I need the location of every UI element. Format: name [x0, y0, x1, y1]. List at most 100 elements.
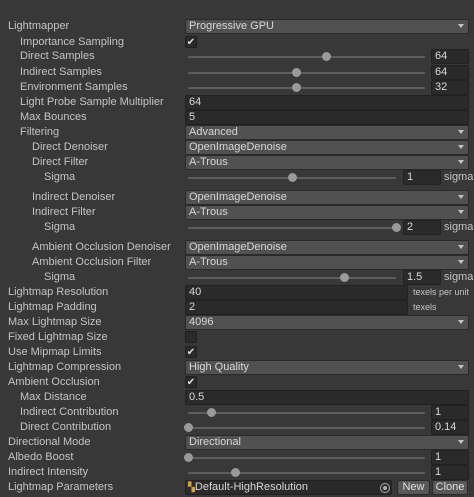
ambient-occlusion-denoiser-14-dropdown[interactable]: OpenImageDenoise — [185, 240, 469, 255]
direct-samples-2-slider[interactable] — [188, 49, 425, 64]
max-lightmap-size-19-dropdown[interactable]: 4096 — [185, 315, 469, 330]
directional-mode-27-label: Directional Mode — [8, 436, 91, 448]
chevron-down-icon — [458, 365, 464, 369]
lightmapper-0-dropdown[interactable]: Progressive GPU — [185, 19, 469, 34]
sigma-13-slider[interactable] — [188, 220, 401, 235]
row-indirect-samples-3: Indirect Samples 64 — [0, 65, 474, 80]
checkmark-icon: ✔ — [186, 347, 196, 358]
indirect-intensity-29-slider[interactable] — [188, 465, 425, 480]
indirect-samples-3-slider-thumb[interactable] — [291, 68, 301, 77]
sigma-16-label: Sigma — [44, 271, 76, 283]
directional-mode-27-dropdown[interactable]: Directional — [185, 435, 469, 450]
sigma-13-unit: sigma — [444, 221, 474, 233]
indirect-denoiser-11-value: OpenImageDenoise — [189, 191, 287, 203]
clone-button[interactable]: Clone — [432, 480, 468, 495]
new-button[interactable]: New — [397, 480, 430, 495]
row-lightmapper-0: Lightmapper Progressive GPU — [0, 19, 474, 34]
albedo-boost-28-label: Albedo Boost — [8, 451, 74, 463]
albedo-boost-28-slider-track — [188, 457, 425, 459]
lightmapping-settings-panel: Lightmapper Progressive GPU Importance Sam… — [0, 0, 474, 497]
sigma-16-slider-thumb[interactable] — [339, 273, 349, 282]
direct-samples-2-label: Direct Samples — [20, 50, 95, 62]
ambient-occlusion-filter-15-dropdown[interactable]: A-Trous — [185, 255, 469, 270]
row-direct-contribution-26: Direct Contribution 0.14 — [0, 420, 474, 435]
indirect-filter-12-dropdown[interactable]: A-Trous — [185, 205, 469, 220]
sigma-16-slider-track — [188, 277, 396, 279]
sigma-16-value-field[interactable]: 1.5 — [403, 270, 441, 285]
albedo-boost-28-value-field[interactable]: 1 — [431, 450, 469, 465]
row-direct-denoiser-8: Direct Denoiser OpenImageDenoise — [0, 140, 474, 155]
row-albedo-boost-28: Albedo Boost 1 — [0, 450, 474, 465]
indirect-samples-3-slider-track — [188, 72, 425, 74]
row-ambient-occlusion-filter-15: Ambient Occlusion Filter A-Trous — [0, 255, 474, 270]
indirect-samples-3-value-field[interactable]: 64 — [431, 65, 469, 80]
indirect-intensity-29-value-field[interactable]: 1 — [431, 465, 469, 480]
object-picker-icon[interactable] — [380, 483, 390, 493]
asset-icon: ▚ — [188, 482, 195, 492]
max-lightmap-size-19-value: 4096 — [189, 316, 214, 328]
filtering-7-label: Filtering — [20, 126, 60, 138]
indirect-filter-12-value: A-Trous — [189, 206, 228, 218]
lightmap-resolution-17-field[interactable]: 40 — [185, 285, 408, 300]
sigma-10-unit: sigma — [444, 171, 474, 183]
indirect-intensity-29-slider-track — [188, 472, 425, 474]
ambient-occlusion-23-checkbox[interactable]: ✔ — [185, 376, 197, 388]
indirect-denoiser-11-dropdown[interactable]: OpenImageDenoise — [185, 190, 469, 205]
direct-filter-9-dropdown[interactable]: A-Trous — [185, 155, 469, 170]
environment-samples-4-slider-thumb[interactable] — [291, 83, 301, 92]
sigma-10-value-field[interactable]: 1 — [403, 170, 441, 185]
max-lightmap-size-19-label: Max Lightmap Size — [8, 316, 102, 328]
sigma-13-slider-thumb[interactable] — [391, 223, 401, 232]
lightmapper-0-value: Progressive GPU — [189, 20, 274, 32]
row-sigma-10: Sigma 1 sigma — [0, 170, 474, 185]
row-filtering-7: Filtering Advanced — [0, 125, 474, 140]
sigma-10-slider-thumb[interactable] — [287, 173, 297, 182]
direct-contribution-26-slider-thumb[interactable] — [183, 423, 193, 432]
environment-samples-4-slider[interactable] — [188, 80, 425, 95]
chevron-down-icon — [458, 160, 464, 164]
filtering-7-dropdown[interactable]: Advanced — [185, 125, 469, 140]
lightmap-parameters-asset-field[interactable]: ▚Default-HighResolution — [185, 480, 392, 495]
direct-samples-2-slider-thumb[interactable] — [322, 52, 332, 61]
fixed-lightmap-size-20-checkbox[interactable] — [185, 331, 197, 343]
row-lightmap-compression-22: Lightmap Compression High Quality — [0, 360, 474, 375]
ambient-occlusion-denoiser-14-label: Ambient Occlusion Denoiser — [32, 241, 171, 253]
sigma-16-slider[interactable] — [188, 270, 396, 285]
albedo-boost-28-slider[interactable] — [183, 450, 425, 465]
indirect-contribution-25-slider-thumb[interactable] — [207, 408, 217, 417]
importance-sampling-1-checkbox[interactable]: ✔ — [185, 36, 197, 48]
chevron-down-icon — [458, 24, 464, 28]
lightmap-padding-18-field[interactable]: 2 — [185, 300, 408, 315]
lightmap-compression-22-dropdown[interactable]: High Quality — [185, 360, 469, 375]
indirect-contribution-25-label: Indirect Contribution — [20, 406, 119, 418]
use-mipmap-limits-21-checkbox[interactable]: ✔ — [185, 346, 197, 358]
max-bounces-6-field[interactable]: 5 — [185, 110, 469, 125]
chevron-down-icon — [458, 195, 464, 199]
indirect-intensity-29-slider-thumb[interactable] — [230, 468, 240, 477]
albedo-boost-28-slider-thumb[interactable] — [183, 453, 193, 462]
chevron-down-icon — [458, 245, 464, 249]
row-direct-filter-9: Direct Filter A-Trous — [0, 155, 474, 170]
direct-denoiser-8-dropdown[interactable]: OpenImageDenoise — [185, 140, 469, 155]
direct-contribution-26-slider[interactable] — [183, 420, 425, 435]
directional-mode-27-value: Directional — [189, 436, 241, 448]
direct-samples-2-value-field[interactable]: 64 — [431, 49, 469, 64]
indirect-contribution-25-slider[interactable] — [188, 405, 425, 420]
direct-samples-2-slider-track — [188, 56, 425, 58]
sigma-16-unit: sigma — [444, 271, 474, 283]
row-ambient-occlusion-23: Ambient Occlusion ✔ — [0, 375, 474, 390]
sigma-13-value-field[interactable]: 2 — [403, 220, 441, 235]
sigma-10-slider[interactable] — [188, 170, 396, 185]
direct-denoiser-8-label: Direct Denoiser — [32, 141, 108, 153]
light-probe-sample-multiplier-5-field[interactable]: 64 — [185, 95, 469, 110]
row-light-probe-sample-multiplier-5: Light Probe Sample Multiplier 64 — [0, 95, 474, 110]
row-ambient-occlusion-denoiser-14: Ambient Occlusion Denoiser OpenImageDenoi… — [0, 240, 474, 255]
environment-samples-4-value-field[interactable]: 32 — [431, 80, 469, 95]
direct-contribution-26-value-field[interactable]: 0.14 — [431, 420, 469, 435]
sigma-10-label: Sigma — [44, 171, 76, 183]
indirect-contribution-25-value-field[interactable]: 1 — [431, 405, 469, 420]
lightmap-padding-18-label: Lightmap Padding — [8, 301, 97, 313]
indirect-samples-3-slider[interactable] — [188, 65, 425, 80]
max-distance-24-field[interactable]: 0.5 — [185, 390, 469, 405]
direct-filter-9-label: Direct Filter — [32, 156, 89, 168]
